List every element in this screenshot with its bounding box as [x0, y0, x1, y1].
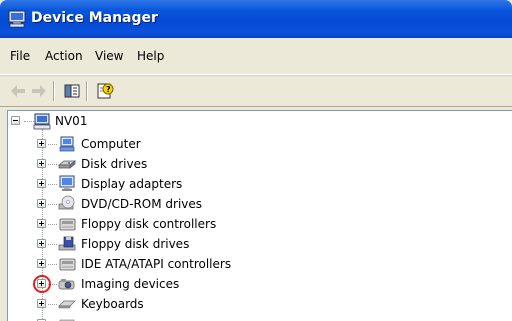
floppy-drive-icon	[58, 236, 76, 251]
controller-icon	[59, 218, 76, 231]
tree-item-disk-drives[interactable]: Disk drives	[8, 154, 508, 174]
plus-icon	[39, 181, 44, 186]
expand-toggle[interactable]	[37, 199, 46, 208]
tree-item-label: Floppy disk drives	[81, 237, 190, 251]
plus-icon	[39, 301, 44, 306]
expand-toggle[interactable]	[37, 179, 46, 188]
plus-icon	[39, 261, 44, 266]
toolbar-separator	[86, 81, 88, 101]
keyboard-icon	[58, 300, 76, 309]
plus-icon	[39, 161, 44, 166]
computer-icon	[8, 10, 26, 28]
tree-item-computer[interactable]: Computer	[8, 134, 508, 154]
expand-toggle[interactable]	[37, 159, 46, 168]
tree-item-label: DVD/CD-ROM drives	[81, 197, 203, 211]
properties-pane-icon[interactable]	[62, 81, 82, 101]
tree-item-ide-ata-atapi-controllers[interactable]: IDE ATA/ATAPI controllers	[8, 254, 508, 274]
collapse-toggle[interactable]	[11, 116, 20, 125]
plus-icon	[39, 201, 44, 206]
tree-item-label: Disk drives	[81, 157, 148, 171]
menu-view[interactable]: View	[95, 49, 123, 63]
tree-item-floppy-disk-controllers[interactable]: Floppy disk controllers	[8, 214, 508, 234]
device-tree[interactable]: NV01 Computer Disk drives Display adapte…	[7, 110, 512, 321]
expand-toggle[interactable]	[37, 259, 46, 268]
computer-icon	[33, 113, 51, 130]
toolbar-separator	[53, 81, 55, 101]
expand-toggle[interactable]	[37, 299, 46, 308]
minus-icon	[13, 120, 18, 121]
window-title: Device Manager	[31, 10, 158, 26]
monitor-icon	[59, 175, 75, 191]
highlight-circle	[33, 275, 51, 293]
tree-item-imaging-devices[interactable]: Imaging devices	[8, 274, 508, 294]
tree-root[interactable]: NV01	[8, 111, 508, 131]
tree-item-dvd-cd-rom-drives[interactable]: DVD/CD-ROM drives	[8, 194, 508, 214]
tree-item-label: Keyboards	[81, 297, 144, 311]
tree-item-label: Display adapters	[81, 177, 183, 191]
menu-action[interactable]: Action	[45, 49, 83, 63]
menu-bar: File Action View Help	[0, 38, 512, 75]
help-icon[interactable]: ?	[95, 81, 115, 101]
plus-icon	[39, 141, 44, 146]
svg-text:?: ?	[106, 85, 111, 94]
menu-file[interactable]: File	[10, 49, 30, 63]
tree-item-display-adapters[interactable]: Display adapters	[8, 174, 508, 194]
tree-root-label: NV01	[55, 114, 88, 128]
computer-icon	[59, 136, 75, 152]
expand-toggle[interactable]	[37, 139, 46, 148]
tree-item-label: Computer	[81, 137, 141, 151]
tree-item-label: Floppy disk controllers	[81, 217, 217, 231]
title-bar[interactable]: Device Manager	[0, 0, 512, 38]
tree-item-label: IDE ATA/ATAPI controllers	[81, 257, 232, 271]
tree-item-keyboards[interactable]: Keyboards	[8, 294, 508, 314]
device-manager-window: Device Manager File Action View Help ? N…	[0, 0, 512, 321]
tree-item-floppy-disk-drives[interactable]: Floppy disk drives	[8, 234, 508, 254]
plus-icon	[39, 241, 44, 246]
forward-arrow-icon[interactable]	[29, 81, 49, 101]
back-arrow-icon[interactable]	[8, 81, 28, 101]
toolbar: ?	[0, 75, 512, 107]
tree-item-label: Imaging devices	[81, 277, 180, 291]
camera-icon	[58, 279, 75, 290]
tree-item-partial	[8, 314, 508, 321]
cd-drive-icon	[58, 195, 75, 210]
expand-toggle[interactable]	[37, 219, 46, 228]
plus-icon	[39, 221, 44, 226]
disk-drive-icon	[58, 160, 76, 169]
device-icon	[59, 319, 75, 321]
controller-icon	[59, 258, 76, 271]
expand-toggle[interactable]	[37, 239, 46, 248]
menu-help[interactable]: Help	[137, 49, 164, 63]
